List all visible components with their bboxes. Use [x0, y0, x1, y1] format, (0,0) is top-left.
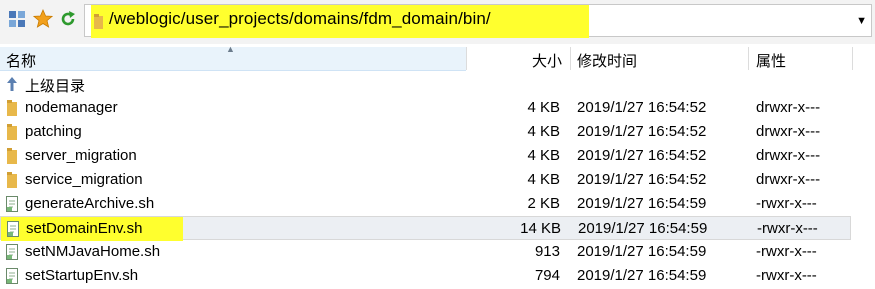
file-permissions: -rwxr-x---: [756, 243, 817, 260]
star-icon[interactable]: [32, 8, 54, 30]
file-permissions: -rwxr-x---: [756, 195, 817, 212]
file-permissions: drwxr-x---: [756, 99, 821, 116]
refresh-icon[interactable]: [57, 8, 79, 30]
grid-view-icon[interactable]: [6, 8, 28, 30]
parent-directory-row[interactable]: 上级目录: [0, 72, 875, 96]
file-permissions: drwxr-x---: [756, 147, 821, 164]
file-row[interactable]: setNMJavaHome.sh 913 2019/1/27 16:54:59 -rw…: [0, 240, 875, 264]
column-divider: [570, 47, 571, 70]
path-input[interactable]: /weblogic/user_projects/domains/fdm_doma…: [109, 9, 491, 29]
file-modified: 2019/1/27 16:54:59: [577, 267, 707, 284]
file-modified: 2019/1/27 16:54:59: [578, 220, 708, 237]
file-row[interactable]: setStartupEnv.sh 794 2019/1/27 16:54:59 -rw…: [0, 264, 875, 288]
column-name[interactable]: 名称: [6, 50, 36, 71]
file-size: 14 KB: [520, 220, 561, 237]
column-attributes[interactable]: 属性: [756, 50, 786, 71]
file-modified: 2019/1/27 16:54:52: [577, 123, 707, 140]
file-row[interactable]: service_migration 4 KB 2019/1/27 16:54:52 d…: [0, 168, 875, 192]
column-divider: [466, 47, 467, 70]
file-size: 4 KB: [527, 171, 560, 188]
file-modified: 2019/1/27 16:54:52: [577, 147, 707, 164]
column-header: 名称 大小 修改时间 属性: [0, 47, 875, 70]
file-size: 794: [534, 267, 560, 284]
path-bar[interactable]: /weblogic/user_projects/domains/fdm_doma…: [84, 4, 872, 38]
file-size: 4 KB: [527, 99, 560, 116]
file-size: 4 KB: [527, 147, 560, 164]
arrow-up-icon: [4, 75, 20, 93]
file-row[interactable]: nodemanager 4 KB 2019/1/27 16:54:52 drwxr-x…: [0, 96, 875, 120]
column-divider: [748, 47, 749, 70]
file-permissions: drwxr-x---: [756, 171, 821, 188]
chevron-down-icon[interactable]: ▼: [856, 15, 867, 27]
file-row[interactable]: server_migration 4 KB 2019/1/27 16:54:52 dr…: [0, 144, 875, 168]
file-row[interactable]: patching 4 KB 2019/1/27 16:54:52 drwxr-x---: [0, 120, 875, 144]
toolbar: /weblogic/user_projects/domains/fdm_doma…: [0, 0, 875, 44]
file-modified: 2019/1/27 16:54:52: [577, 171, 707, 188]
column-modified[interactable]: 修改时间: [577, 50, 637, 71]
file-modified: 2019/1/27 16:54:59: [577, 195, 707, 212]
file-permissions: -rwxr-x---: [757, 220, 818, 237]
column-divider: [852, 47, 853, 70]
file-row[interactable]: generateArchive.sh 2 KB 2019/1/27 16:54:59…: [0, 192, 875, 216]
column-size[interactable]: 大小: [532, 50, 562, 71]
file-size: 913: [534, 243, 560, 260]
file-row[interactable]: setDomainEnv.sh 14 KB 2019/1/27 16:54:59 -r…: [0, 216, 851, 241]
file-permissions: -rwxr-x---: [756, 267, 817, 284]
folder-icon: [94, 14, 104, 34]
file-permissions: drwxr-x---: [756, 123, 821, 140]
parent-directory-label: 上级目录: [25, 78, 86, 95]
file-modified: 2019/1/27 16:54:52: [577, 99, 707, 116]
file-size: 4 KB: [527, 123, 560, 140]
file-size: 2 KB: [527, 195, 560, 212]
file-modified: 2019/1/27 16:54:59: [577, 243, 707, 260]
